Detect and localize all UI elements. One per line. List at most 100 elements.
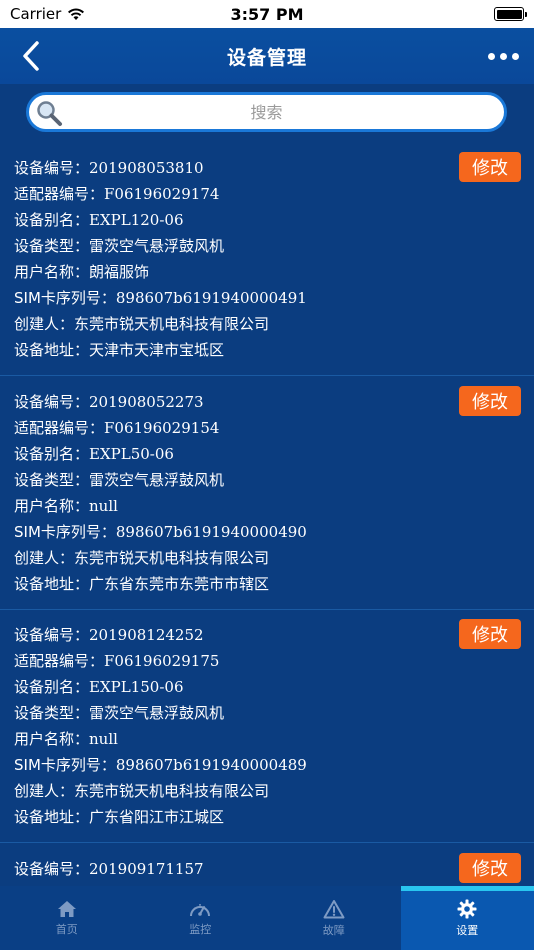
tab-label: 设置 xyxy=(456,923,479,937)
creator-row: 创建人：东莞市锐天机电科技有限公司 xyxy=(14,548,269,568)
adapter-no-value: F06196029175 xyxy=(104,652,220,670)
tab-fault[interactable]: 故障 xyxy=(267,886,401,950)
alias-value: EXPL50-06 xyxy=(89,445,174,463)
search-input[interactable] xyxy=(29,95,504,129)
more-button[interactable] xyxy=(486,42,520,70)
adapter-no-label: 适配器编号： xyxy=(14,185,105,203)
device-no-label: 设备编号： xyxy=(14,626,90,644)
search-bar xyxy=(26,92,507,132)
device-no-value: 201909171157 xyxy=(89,860,204,878)
sim-row: SIM卡序列号：898607b6191940000489 xyxy=(14,755,307,775)
chevron-left-icon xyxy=(23,41,39,71)
user-value: 朗福服饰 xyxy=(89,263,150,281)
alias-label: 设备别名： xyxy=(14,678,90,696)
address-row: 设备地址：天津市天津市宝坻区 xyxy=(14,340,224,360)
creator-label: 创建人： xyxy=(14,549,75,567)
creator-value: 东莞市锐天机电科技有限公司 xyxy=(74,782,270,800)
edit-button[interactable]: 修改 xyxy=(459,386,521,416)
type-label: 设备类型： xyxy=(14,237,90,255)
type-value: 雷茨空气悬浮鼓风机 xyxy=(89,704,225,722)
back-button[interactable] xyxy=(16,38,46,74)
device-card: 修改 设备编号：201909171157 xyxy=(0,843,534,886)
creator-label: 创建人： xyxy=(14,315,75,333)
alias-row: 设备别名：EXPL150-06 xyxy=(14,677,183,697)
device-no-row: 设备编号：201908052273 xyxy=(14,392,204,412)
address-label: 设备地址： xyxy=(14,808,90,826)
user-label: 用户名称： xyxy=(14,497,90,515)
tab-settings[interactable]: 设置 xyxy=(400,886,534,950)
type-label: 设备类型： xyxy=(14,471,90,489)
device-no-row: 设备编号：201908124252 xyxy=(14,625,204,645)
type-row: 设备类型：雷茨空气悬浮鼓风机 xyxy=(14,236,224,256)
more-dots-icon xyxy=(487,52,495,60)
type-row: 设备类型：雷茨空气悬浮鼓风机 xyxy=(14,470,224,490)
alias-row: 设备别名：EXPL50-06 xyxy=(14,444,174,464)
status-bar: Carrier 3:57 PM xyxy=(0,0,534,28)
device-no-value: 201908052273 xyxy=(89,393,204,411)
carrier-label: Carrier xyxy=(10,5,62,23)
address-value: 广东省东莞市东莞市市辖区 xyxy=(89,575,270,593)
alias-row: 设备别名：EXPL120-06 xyxy=(14,210,183,230)
type-label: 设备类型： xyxy=(14,704,90,722)
user-row: 用户名称：朗福服饰 xyxy=(14,262,149,282)
adapter-no-label: 适配器编号： xyxy=(14,419,105,437)
type-value: 雷茨空气悬浮鼓风机 xyxy=(89,471,225,489)
adapter-no-label: 适配器编号： xyxy=(14,652,105,670)
user-label: 用户名称： xyxy=(14,730,90,748)
wifi-icon xyxy=(68,8,85,20)
sim-value: 898607b6191940000491 xyxy=(115,289,307,307)
edit-button[interactable]: 修改 xyxy=(459,853,521,883)
device-card: 修改 设备编号：201908124252 适配器编号：F06196029175 … xyxy=(0,609,534,842)
device-no-label: 设备编号： xyxy=(14,860,90,878)
alias-value: EXPL150-06 xyxy=(89,678,184,696)
sim-label: SIM卡序列号： xyxy=(14,289,116,307)
address-value: 天津市天津市宝坻区 xyxy=(89,341,225,359)
tab-label: 监控 xyxy=(189,922,212,936)
device-no-value: 201908124252 xyxy=(89,626,204,644)
device-no-row: 设备编号：201908053810 xyxy=(14,158,204,178)
home-icon xyxy=(57,900,76,917)
nav-bar: 设备管理 xyxy=(0,28,534,84)
device-no-label: 设备编号： xyxy=(14,393,90,411)
battery-icon xyxy=(494,7,527,21)
adapter-no-value: F06196029174 xyxy=(104,185,220,203)
tab-label: 故障 xyxy=(322,923,345,937)
address-row: 设备地址：广东省阳江市江城区 xyxy=(14,807,224,827)
creator-row: 创建人：东莞市锐天机电科技有限公司 xyxy=(14,314,269,334)
device-card: 修改 设备编号：201908053810 适配器编号：F06196029174 … xyxy=(0,142,534,375)
edit-button[interactable]: 修改 xyxy=(459,152,521,182)
user-label: 用户名称： xyxy=(14,263,90,281)
status-left: Carrier xyxy=(10,5,85,23)
creator-label: 创建人： xyxy=(14,782,75,800)
adapter-no-row: 适配器编号：F06196029175 xyxy=(14,651,219,671)
creator-value: 东莞市锐天机电科技有限公司 xyxy=(74,549,270,567)
device-no-row: 设备编号：201909171157 xyxy=(14,859,204,879)
edit-button[interactable]: 修改 xyxy=(459,619,521,649)
device-list[interactable]: 修改 设备编号：201908053810 适配器编号：F06196029174 … xyxy=(0,142,534,886)
device-card: 修改 设备编号：201908052273 适配器编号：F06196029154 … xyxy=(0,376,534,609)
alias-label: 设备别名： xyxy=(14,211,90,229)
adapter-no-row: 适配器编号：F06196029174 xyxy=(14,184,219,204)
user-row: 用户名称：null xyxy=(14,496,118,516)
type-value: 雷茨空气悬浮鼓风机 xyxy=(89,237,225,255)
user-row: 用户名称：null xyxy=(14,729,118,749)
device-no-value: 201908053810 xyxy=(89,159,204,177)
adapter-no-value: F06196029154 xyxy=(104,419,220,437)
tab-label: 首页 xyxy=(55,922,78,936)
address-row: 设备地址：广东省东莞市东莞市市辖区 xyxy=(14,574,269,594)
user-value: null xyxy=(89,730,118,748)
sim-row: SIM卡序列号：898607b6191940000491 xyxy=(14,288,307,308)
more-dot xyxy=(511,52,519,60)
adapter-no-row: 适配器编号：F06196029154 xyxy=(14,418,219,438)
tab-home[interactable]: 首页 xyxy=(0,886,134,950)
sim-label: SIM卡序列号： xyxy=(14,523,116,541)
sim-row: SIM卡序列号：898607b6191940000490 xyxy=(14,522,307,542)
gauge-icon xyxy=(190,903,211,916)
tab-monitor[interactable]: 监控 xyxy=(134,886,268,950)
address-value: 广东省阳江市江城区 xyxy=(89,808,225,826)
alias-value: EXPL120-06 xyxy=(89,211,184,229)
search-icon xyxy=(37,101,62,126)
sim-value: 898607b6191940000490 xyxy=(115,523,307,541)
creator-row: 创建人：东莞市锐天机电科技有限公司 xyxy=(14,781,269,801)
sim-value: 898607b6191940000489 xyxy=(115,756,307,774)
